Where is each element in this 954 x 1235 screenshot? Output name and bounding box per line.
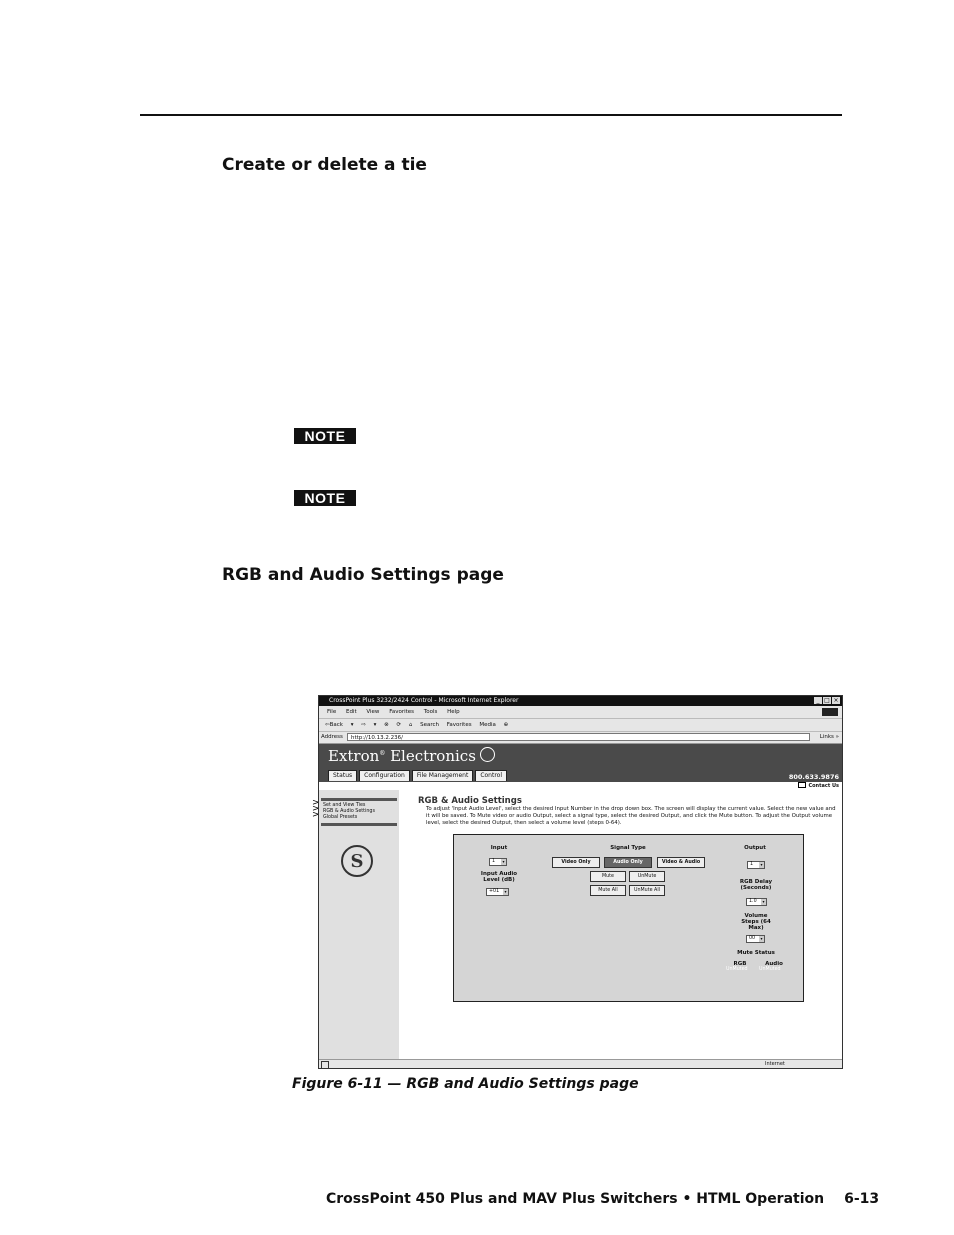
- window-title: CrossPoint Plus 3232/2424 Control - Micr…: [329, 697, 519, 704]
- sidebar-divider: [321, 823, 397, 826]
- address-label: Address: [321, 734, 343, 740]
- output-select[interactable]: 1 ▾: [747, 861, 765, 869]
- footer-title: CrossPoint 450 Plus and MAV Plus Switche…: [326, 1191, 825, 1207]
- brand-logo: Extron® Electronics: [328, 747, 495, 765]
- menu-file[interactable]: File: [327, 709, 336, 715]
- page-footer: CrossPoint 450 Plus and MAV Plus Switche…: [326, 1191, 879, 1207]
- links-button[interactable]: Links »: [820, 732, 839, 743]
- rgb-delay-label: RGB Delay (Seconds): [739, 879, 773, 891]
- sidebar-divider: [321, 798, 397, 801]
- volume-label: Volume Steps (64 Max): [741, 913, 771, 931]
- tab-file-management[interactable]: File Management: [411, 770, 474, 781]
- audio-only-button[interactable]: Audio Only: [604, 857, 652, 868]
- chevron-down-icon: ▾: [761, 899, 766, 905]
- mute-all-button[interactable]: Mute All: [590, 885, 626, 896]
- audio-mute-status: UnMuted: [759, 967, 781, 972]
- video-audio-button[interactable]: Video & Audio: [657, 857, 705, 868]
- forward-button[interactable]: ⇨: [361, 722, 366, 728]
- rgb-delay-select[interactable]: 1.0 ▾: [746, 898, 767, 906]
- back-button[interactable]: ⇦Back: [325, 722, 343, 728]
- browser-toolbar: ⇦Back ▾ ⇨ ▾ ⊗ ⟳ ⌂ Search Favorites Media…: [319, 719, 842, 732]
- favorites-button[interactable]: Favorites: [447, 722, 472, 728]
- windows-logo-icon: [822, 708, 838, 716]
- tab-control[interactable]: Control: [475, 770, 508, 781]
- output-label: Output: [744, 845, 766, 851]
- input-label: Input: [490, 845, 508, 851]
- chevron-down-icon: ▾: [759, 936, 764, 942]
- input-select[interactable]: 1 ▾: [489, 858, 507, 866]
- unmute-all-button[interactable]: UnMute All: [629, 885, 665, 896]
- brand-name: Extron: [328, 747, 380, 765]
- menu-help[interactable]: Help: [447, 709, 460, 715]
- search-button[interactable]: Search: [420, 722, 439, 728]
- minimize-icon[interactable]: _: [814, 697, 822, 704]
- page-title: RGB & Audio Settings: [418, 796, 522, 806]
- menu-tools[interactable]: Tools: [424, 709, 438, 715]
- contact-link[interactable]: Contact Us: [798, 782, 839, 789]
- menu-favorites[interactable]: Favorites: [389, 709, 414, 715]
- input-audio-select[interactable]: +01 ▾: [486, 888, 509, 896]
- tab-status[interactable]: Status: [328, 770, 358, 781]
- sidebar-item-global-presets[interactable]: Global Presets: [323, 815, 357, 820]
- chevron-down-icon: ▾: [501, 859, 506, 865]
- history-icon[interactable]: ⊕: [504, 722, 509, 728]
- media-button[interactable]: Media: [479, 722, 496, 728]
- site-banner: Extron® Electronics Status Configuration…: [319, 744, 842, 782]
- rgb-delay-select-value: 1.0: [749, 899, 757, 904]
- close-icon[interactable]: ×: [832, 697, 840, 704]
- video-only-button[interactable]: Video Only: [552, 857, 600, 868]
- rgb-mute-status: UnMuted: [726, 967, 748, 972]
- phone-number: 800.633.9876: [788, 773, 839, 781]
- settings-panel: Input 1 ▾ Input Audio Level (dB) +01 ▾ Sig…: [453, 834, 804, 1002]
- extron-seal-logo: S: [341, 845, 373, 877]
- header-rule: [140, 114, 842, 116]
- sidebar-item-set-view-ties[interactable]: Set and View Ties: [323, 803, 365, 808]
- address-input[interactable]: http://10.13.2.236/: [347, 733, 810, 741]
- security-zone: Internet: [765, 1061, 785, 1067]
- page-description: To adjust 'Input Audio Level', select th…: [426, 806, 836, 826]
- address-bar: Address http://10.13.2.236/ Links »: [319, 732, 842, 744]
- page-number: 6-13: [844, 1191, 880, 1207]
- input-select-value: 1: [492, 859, 496, 864]
- browser-screenshot: CrossPoint Plus 3232/2424 Control - Micr…: [318, 695, 843, 1069]
- section-heading-create-tie: Create or delete a tie: [222, 155, 427, 175]
- chevron-down-icon: ▾: [503, 889, 508, 895]
- figure-caption: Figure 6-11 — RGB and Audio Settings pag…: [292, 1076, 639, 1092]
- forward-dropdown-icon[interactable]: ▾: [374, 722, 377, 728]
- note-badge: NOTE: [294, 428, 356, 444]
- menu-edit[interactable]: Edit: [346, 709, 357, 715]
- output-select-value: 1: [750, 862, 754, 867]
- status-bar: Internet: [319, 1059, 842, 1068]
- input-audio-select-value: +01: [489, 889, 500, 894]
- mute-status-label: Mute Status: [737, 950, 775, 956]
- section-heading-rgb-audio: RGB and Audio Settings page: [222, 565, 504, 585]
- tab-configuration[interactable]: Configuration: [359, 770, 410, 781]
- envelope-icon: [798, 782, 807, 788]
- input-audio-label: Input Audio Level (dB): [480, 871, 518, 883]
- note-badge: NOTE: [294, 490, 356, 506]
- page-icon: [321, 1061, 329, 1068]
- stop-icon[interactable]: ⊗: [384, 722, 389, 728]
- chevron-down-icon: ▾: [759, 862, 764, 868]
- window-titlebar: CrossPoint Plus 3232/2424 Control - Micr…: [319, 696, 842, 706]
- home-icon[interactable]: ⌂: [409, 722, 413, 728]
- contact-bar: Contact Us: [319, 782, 842, 790]
- signal-type-label: Signal Type: [610, 845, 646, 851]
- main-content: RGB & Audio Settings To adjust 'Input Au…: [399, 790, 842, 1059]
- sidebar: Set and View Ties RGB & Audio Settings G…: [319, 790, 399, 1059]
- menu-bar: File Edit View Favorites Tools Help: [319, 706, 842, 719]
- mute-button[interactable]: Mute: [590, 871, 626, 882]
- nav-tabs: Status Configuration File Management Con…: [328, 770, 508, 781]
- refresh-icon[interactable]: ⟳: [396, 722, 401, 728]
- contact-label: Contact Us: [808, 783, 839, 789]
- brand-name-2: Electronics: [385, 747, 476, 765]
- volume-select-value: 00: [749, 936, 756, 941]
- globe-icon: [479, 747, 495, 762]
- menu-view[interactable]: View: [366, 709, 379, 715]
- unmute-button[interactable]: UnMute: [629, 871, 665, 882]
- volume-select[interactable]: 00 ▾: [746, 935, 765, 943]
- maximize-icon[interactable]: □: [823, 697, 831, 704]
- back-dropdown-icon[interactable]: ▾: [351, 722, 354, 728]
- sidebar-item-rgb-audio[interactable]: RGB & Audio Settings: [323, 809, 375, 814]
